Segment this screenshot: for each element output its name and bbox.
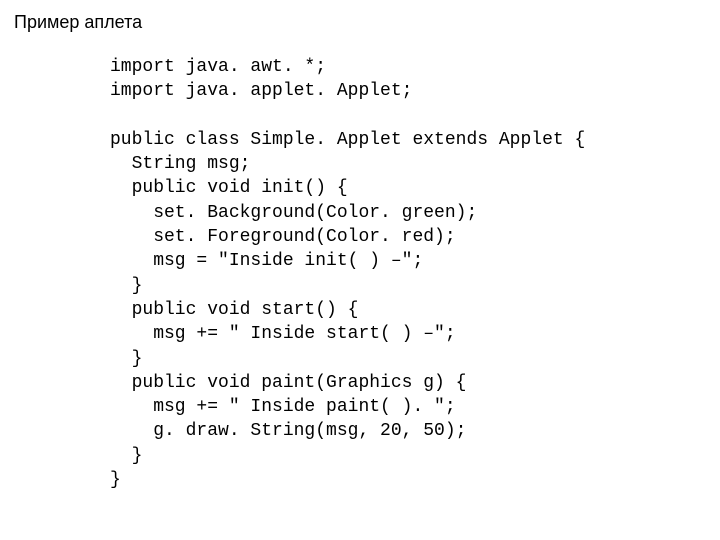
slide-title: Пример аплета [14, 12, 706, 33]
code-snippet: import java. awt. *; import java. applet… [110, 55, 706, 492]
